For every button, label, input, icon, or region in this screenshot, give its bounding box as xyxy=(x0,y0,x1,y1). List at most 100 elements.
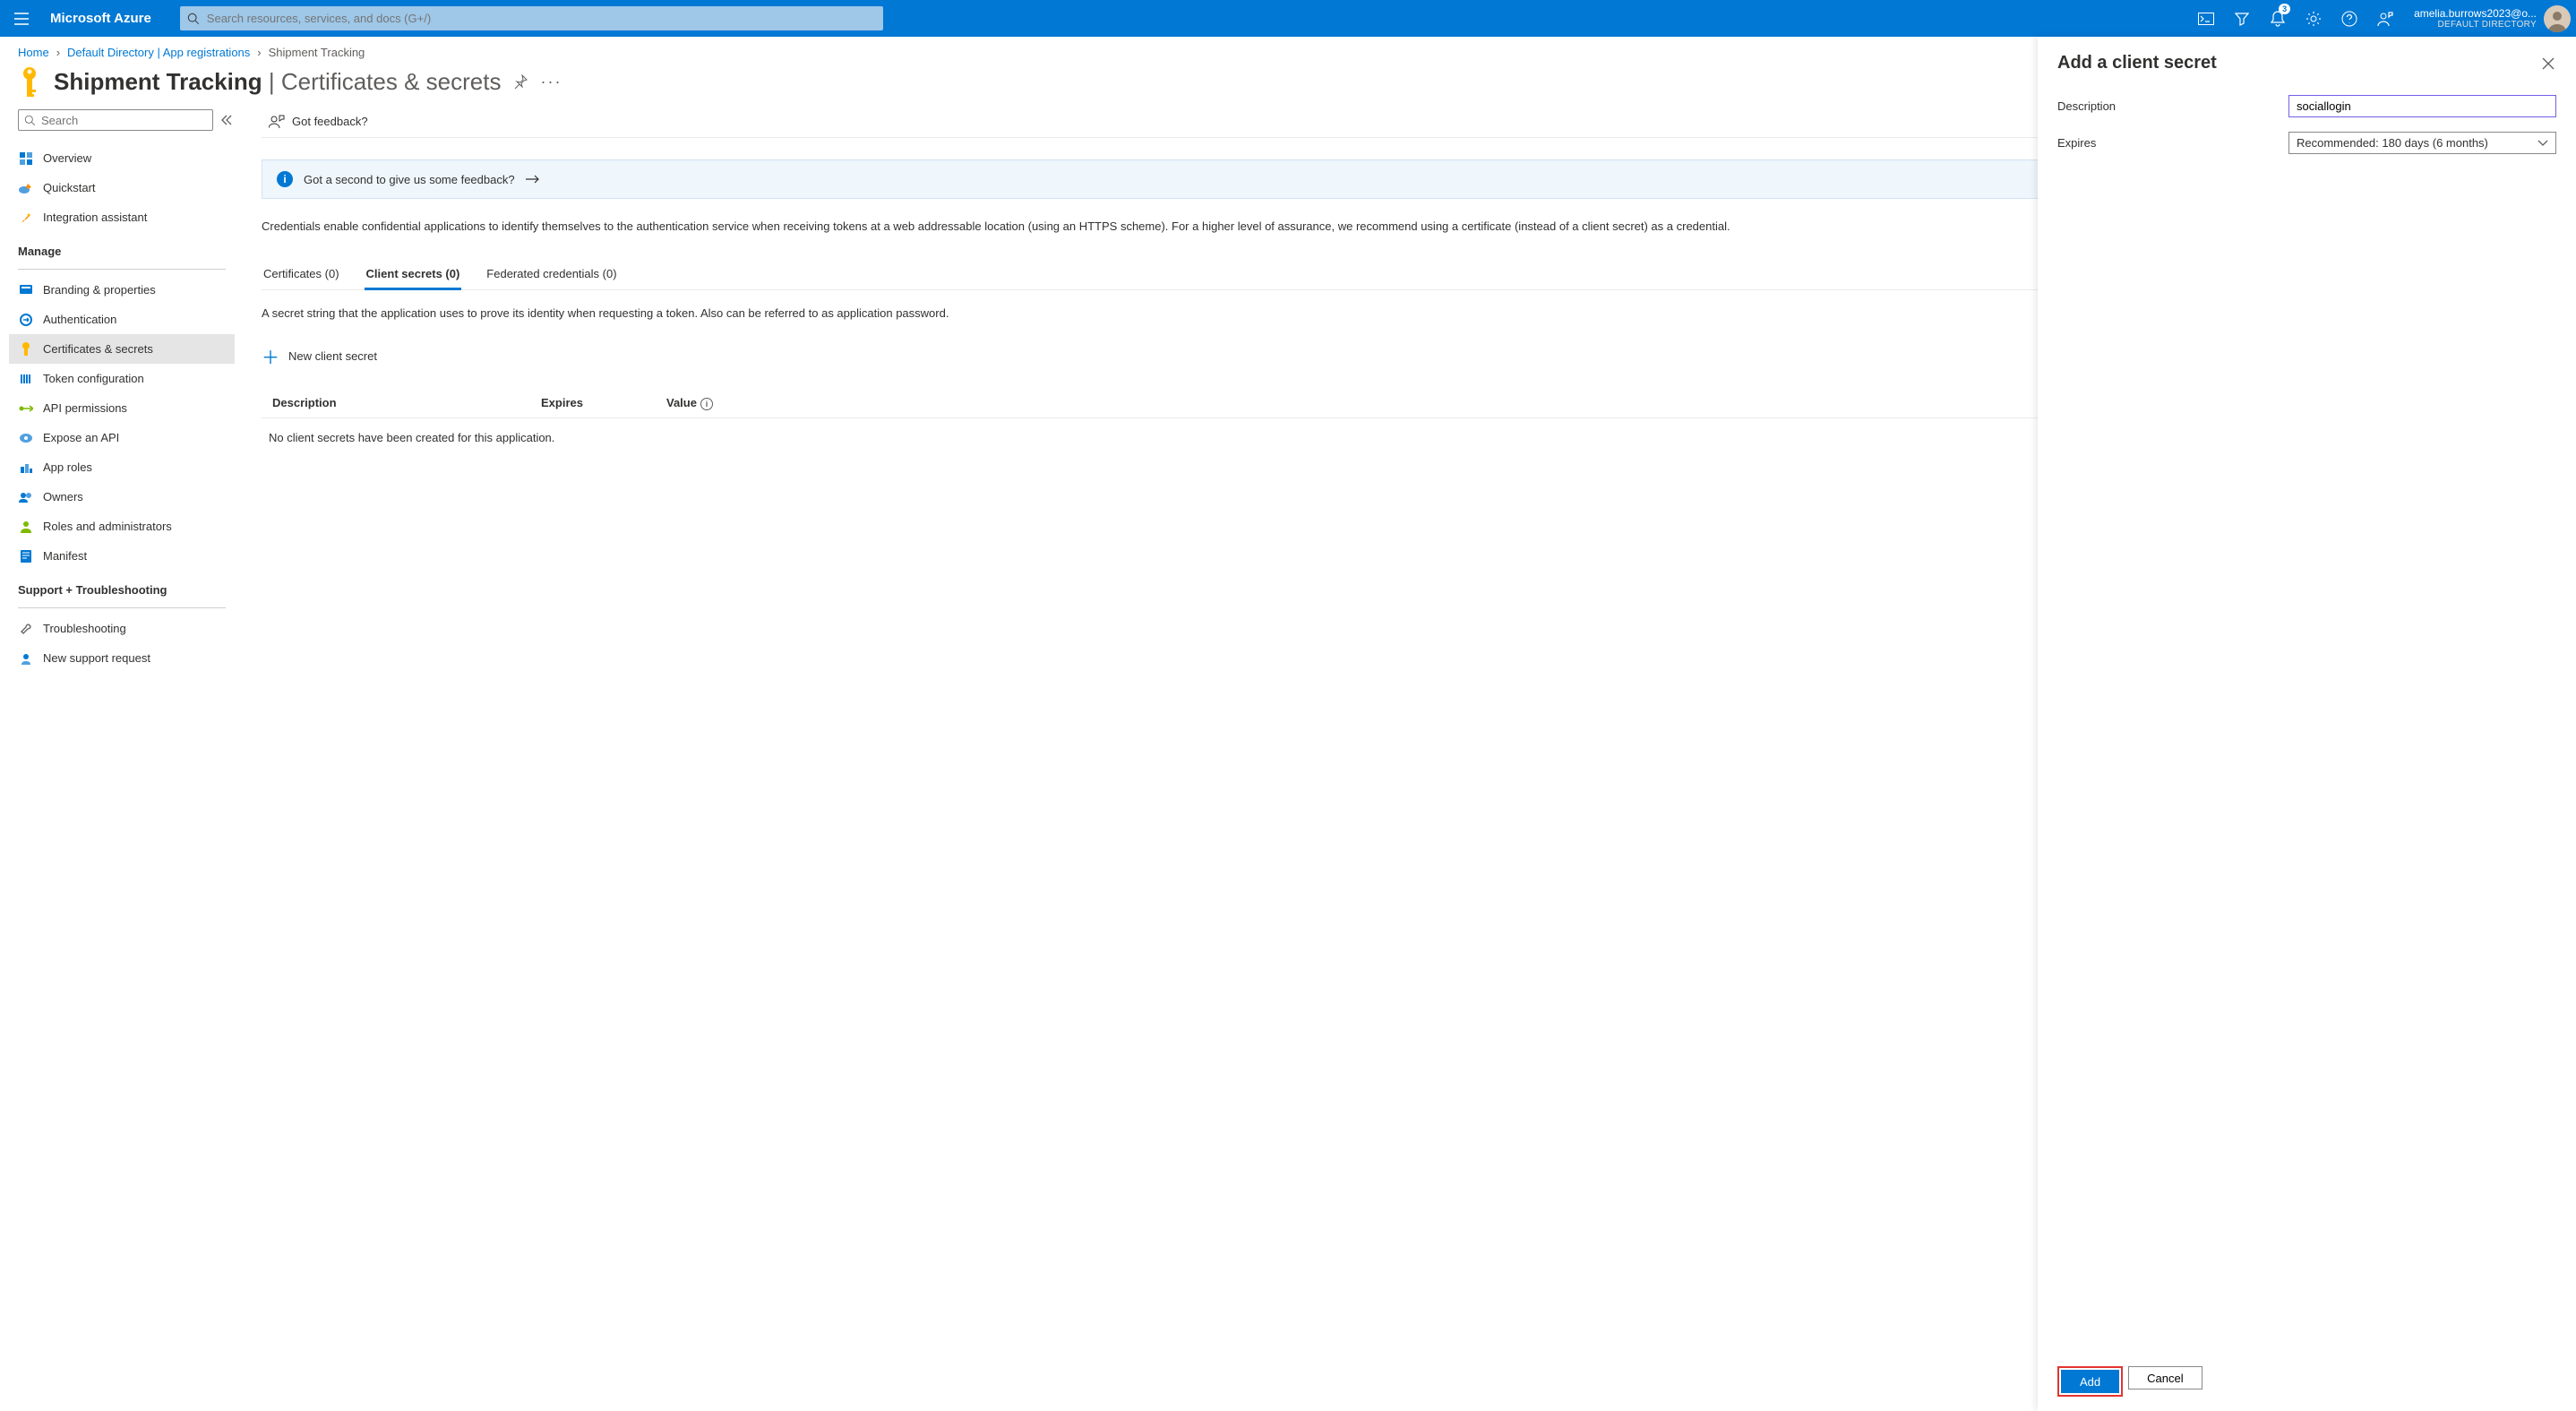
collapse-nav-button[interactable] xyxy=(220,114,233,126)
nav-label: Expose an API xyxy=(43,431,119,444)
select-value: Recommended: 180 days (6 months) xyxy=(2297,136,2488,150)
nav-item-branding[interactable]: Branding & properties xyxy=(9,275,235,305)
nav-item-authentication[interactable]: Authentication xyxy=(9,305,235,334)
nav-label: App roles xyxy=(43,460,92,474)
nav-label: Overview xyxy=(43,151,91,165)
nav-item-expose-api[interactable]: Expose an API xyxy=(9,423,235,452)
add-button[interactable]: Add xyxy=(2061,1370,2119,1393)
brand-label[interactable]: Microsoft Azure xyxy=(43,11,167,26)
filter-icon xyxy=(2235,12,2249,26)
divider xyxy=(18,269,226,270)
nav-label: Owners xyxy=(43,490,83,503)
nav-label: Certificates & secrets xyxy=(43,342,153,356)
add-client-secret-panel: Add a client secret Description Expires … xyxy=(2038,37,2576,1411)
tab-certificates[interactable]: Certificates (0) xyxy=(262,260,341,289)
nav-label: Manifest xyxy=(43,549,87,563)
help-button[interactable] xyxy=(2331,0,2367,37)
info-icon[interactable]: i xyxy=(700,398,713,410)
grid-icon xyxy=(20,152,32,165)
nav-label: Branding & properties xyxy=(43,283,156,297)
nav-label: New support request xyxy=(43,651,150,665)
chevron-right-icon: › xyxy=(257,46,261,59)
directories-button[interactable] xyxy=(2224,0,2260,37)
add-button-highlight: Add xyxy=(2057,1366,2123,1397)
brand-icon xyxy=(20,285,32,296)
admin-icon xyxy=(20,521,32,533)
user-account-button[interactable]: amelia.burrows2023@o... DEFAULT DIRECTOR… xyxy=(2403,5,2576,32)
user-email: amelia.burrows2023@o... xyxy=(2414,7,2537,20)
banner-text: Got a second to give us some feedback? xyxy=(304,173,515,186)
top-header: Microsoft Azure 3 amelia.burrows2023@o..… xyxy=(0,0,2576,37)
nav-label: Token configuration xyxy=(43,372,144,385)
close-button[interactable] xyxy=(2542,57,2555,70)
user-directory: DEFAULT DIRECTORY xyxy=(2414,20,2537,30)
rocket-icon xyxy=(20,211,32,224)
button-label: New client secret xyxy=(288,349,377,363)
table-header-expires: Expires xyxy=(541,396,631,410)
nav-item-quickstart[interactable]: Quickstart xyxy=(9,173,235,202)
nav-section-support: Support + Troubleshooting xyxy=(18,571,235,602)
nav-search-input[interactable] xyxy=(41,114,207,127)
nav-label: Quickstart xyxy=(43,181,96,194)
page-title-sub: Certificates & secrets xyxy=(281,68,502,95)
tab-federated-credentials[interactable]: Federated credentials (0) xyxy=(485,260,618,289)
pin-button[interactable] xyxy=(513,74,528,89)
nav-item-app-roles[interactable]: App roles xyxy=(9,452,235,482)
expires-select[interactable]: Recommended: 180 days (6 months) xyxy=(2288,132,2556,154)
chevron-double-left-icon xyxy=(220,114,233,126)
breadcrumb-link-directory[interactable]: Default Directory | App registrations xyxy=(67,46,250,59)
arrow-right-icon xyxy=(526,175,540,184)
nav-item-roles-admins[interactable]: Roles and administrators xyxy=(9,512,235,541)
nav-item-owners[interactable]: Owners xyxy=(9,482,235,512)
owners-icon xyxy=(19,492,33,503)
tab-client-secrets[interactable]: Client secrets (0) xyxy=(365,260,462,290)
cloud-shell-button[interactable] xyxy=(2188,0,2224,37)
page-title-main: Shipment Tracking xyxy=(54,68,262,95)
info-icon: i xyxy=(277,171,293,187)
top-icon-bar: 3 xyxy=(2188,0,2403,37)
more-button[interactable]: ··· xyxy=(540,73,562,91)
support-icon xyxy=(20,652,32,665)
chevron-down-icon xyxy=(2537,140,2548,147)
got-feedback-button[interactable]: Got feedback? xyxy=(262,111,375,133)
wrench-icon xyxy=(20,623,32,635)
help-icon xyxy=(2341,11,2357,27)
feedback-button[interactable] xyxy=(2367,0,2403,37)
avatar xyxy=(2544,5,2571,32)
notifications-button[interactable]: 3 xyxy=(2260,0,2296,37)
hamburger-menu-button[interactable] xyxy=(0,0,43,37)
description-input[interactable] xyxy=(2288,95,2556,117)
api-perm-icon xyxy=(19,404,33,413)
key-icon xyxy=(21,342,31,357)
search-icon xyxy=(187,13,200,25)
notification-badge: 3 xyxy=(2279,4,2290,14)
nav-item-overview[interactable]: Overview xyxy=(9,143,235,173)
left-nav: Overview Quickstart Integration assistan… xyxy=(0,109,244,1404)
nav-item-certificates-secrets[interactable]: Certificates & secrets xyxy=(9,334,235,364)
table-header-value: Valuei xyxy=(666,396,756,410)
nav-search[interactable] xyxy=(18,109,213,131)
nav-item-troubleshooting[interactable]: Troubleshooting xyxy=(9,614,235,643)
manifest-icon xyxy=(21,550,31,563)
nav-item-integration-assistant[interactable]: Integration assistant xyxy=(9,202,235,232)
nav-item-api-permissions[interactable]: API permissions xyxy=(9,393,235,423)
hamburger-icon xyxy=(14,13,29,25)
token-icon xyxy=(20,373,32,385)
person-feedback-icon xyxy=(269,115,285,129)
nav-item-new-support-request[interactable]: New support request xyxy=(9,643,235,673)
cancel-button[interactable]: Cancel xyxy=(2128,1366,2202,1389)
page-title: Shipment Tracking | Certificates & secre… xyxy=(54,68,501,96)
settings-button[interactable] xyxy=(2296,0,2331,37)
nav-label: Troubleshooting xyxy=(43,622,126,635)
nav-label: Integration assistant xyxy=(43,211,147,224)
roles-icon xyxy=(20,461,32,474)
breadcrumb-link-home[interactable]: Home xyxy=(18,46,49,59)
nav-item-token-configuration[interactable]: Token configuration xyxy=(9,364,235,393)
nav-item-manifest[interactable]: Manifest xyxy=(9,541,235,571)
rocket-cloud-icon xyxy=(19,182,33,194)
global-search[interactable] xyxy=(180,6,883,30)
expose-icon xyxy=(19,433,33,443)
global-search-input[interactable] xyxy=(207,12,876,25)
search-icon xyxy=(24,115,36,126)
description-label: Description xyxy=(2057,99,2288,113)
